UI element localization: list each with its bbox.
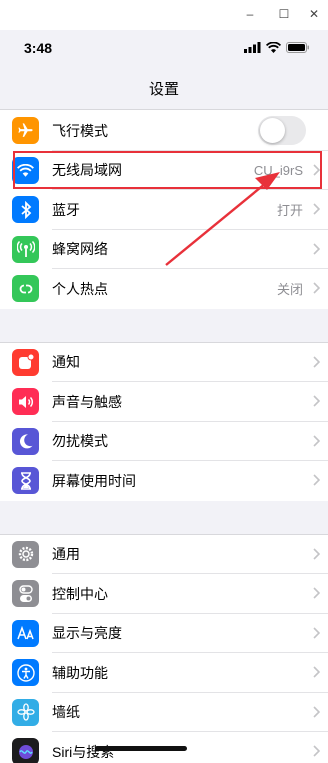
- chevron-right-icon: [313, 705, 320, 718]
- section-spacer: [0, 308, 328, 343]
- chevron-right-icon: [313, 666, 320, 678]
- settings-group-general: 通用 控制中心 显示与亮度 辅助功能 墙纸 Siri与搜索: [0, 534, 328, 763]
- settings-row-screentime[interactable]: 屏幕使用时间: [0, 461, 328, 501]
- settings-row-wallpaper[interactable]: 墙纸: [0, 693, 328, 732]
- chevron-right-icon: [313, 163, 320, 176]
- settings-row-label: 声音与触感: [52, 393, 122, 410]
- speaker-icon: [12, 388, 39, 415]
- status-icons: [244, 42, 310, 53]
- settings-row-label: Siri与搜索: [52, 743, 115, 760]
- maximize-button[interactable]: ☐: [274, 4, 294, 24]
- settings-group-notifications: 通知 声音与触感 勿扰模式 屏幕使用时间: [0, 342, 328, 501]
- navigation-bar: 设置: [0, 64, 328, 110]
- close-button[interactable]: ✕: [304, 4, 324, 24]
- settings-list[interactable]: 飞行模式 无线局域网 CU_i9rS 蓝牙 打开 蜂窝网络 个人热点 关闭 通知…: [0, 111, 328, 763]
- chevron-right-icon: [313, 474, 320, 486]
- settings-row-label: 墙纸: [52, 704, 80, 721]
- status-bar: 3:48: [0, 30, 328, 64]
- chevron-right-icon: [313, 626, 320, 639]
- settings-row-general[interactable]: 通用: [0, 535, 328, 574]
- hotspot-status: 关闭: [276, 282, 303, 298]
- toggle-knob: [260, 118, 285, 143]
- settings-row-label: 显示与亮度: [52, 625, 122, 642]
- control-center-icon: [12, 580, 39, 607]
- settings-row-notifications[interactable]: 通知: [0, 343, 328, 382]
- settings-row-label: 蜂窝网络: [52, 241, 108, 258]
- wifi-status-icon: [266, 42, 281, 53]
- airplane-mode-toggle[interactable]: [258, 116, 306, 145]
- settings-row-label: 辅助功能: [52, 664, 108, 681]
- status-time: 3:48: [24, 40, 53, 56]
- chevron-right-icon: [313, 242, 320, 255]
- wifi-network-name: CU_i9rS: [253, 162, 303, 178]
- settings-row-wifi[interactable]: 无线局域网 CU_i9rS: [0, 151, 328, 190]
- text-size-icon: [12, 619, 39, 647]
- settings-row-accessibility[interactable]: 辅助功能: [0, 653, 328, 693]
- settings-group-connectivity: 飞行模式 无线局域网 CU_i9rS 蓝牙 打开 蜂窝网络 个人热点 关闭: [0, 111, 328, 309]
- wifi-icon: [12, 156, 39, 184]
- settings-row-sounds[interactable]: 声音与触感: [0, 382, 328, 422]
- section-spacer: [0, 500, 328, 535]
- window-titlebar: – ☐ ✕: [0, 0, 328, 30]
- battery-icon: [286, 42, 309, 53]
- cellular-icon: [12, 235, 39, 263]
- settings-row-airplane[interactable]: 飞行模式: [0, 111, 328, 151]
- settings-row-label: 通知: [52, 354, 80, 371]
- settings-row-label: 控制中心: [52, 585, 108, 602]
- settings-row-label: 无线局域网: [52, 162, 122, 179]
- chevron-right-icon: [313, 587, 320, 599]
- airplane-icon: [12, 117, 39, 144]
- settings-row-cellular[interactable]: 蜂窝网络: [0, 230, 328, 269]
- siri-icon: [12, 738, 39, 763]
- accessibility-icon: [12, 659, 39, 686]
- settings-row-dnd[interactable]: 勿扰模式: [0, 422, 328, 461]
- chevron-right-icon: [313, 355, 320, 368]
- chevron-right-icon: [313, 745, 320, 757]
- minimize-button[interactable]: –: [240, 4, 260, 24]
- chevron-right-icon: [313, 547, 320, 560]
- gear-icon: [12, 540, 39, 568]
- bluetooth-status: 打开: [276, 203, 303, 219]
- chevron-right-icon: [313, 282, 320, 294]
- settings-row-label: 飞行模式: [52, 122, 108, 139]
- settings-row-bluetooth[interactable]: 蓝牙 打开: [0, 190, 328, 230]
- wallpaper-icon: [12, 698, 39, 726]
- moon-icon: [12, 427, 39, 455]
- page-title: 设置: [148, 81, 179, 98]
- settings-row-hotspot[interactable]: 个人热点 关闭: [0, 269, 328, 309]
- hotspot-icon: [12, 275, 39, 302]
- settings-row-label: 个人热点: [52, 280, 108, 297]
- signal-icon: [244, 42, 261, 53]
- chevron-right-icon: [313, 203, 320, 215]
- bluetooth-icon: [12, 196, 39, 223]
- hourglass-icon: [12, 467, 39, 494]
- settings-row-display[interactable]: 显示与亮度: [0, 614, 328, 653]
- settings-row-label: 通用: [52, 546, 80, 563]
- chevron-right-icon: [313, 395, 320, 407]
- settings-row-control-center[interactable]: 控制中心: [0, 574, 328, 614]
- home-indicator: [95, 746, 187, 751]
- chevron-right-icon: [313, 434, 320, 447]
- notifications-icon: [12, 348, 39, 376]
- settings-row-label: 勿扰模式: [52, 433, 108, 450]
- settings-row-label: 屏幕使用时间: [52, 472, 136, 489]
- settings-row-label: 蓝牙: [52, 201, 80, 218]
